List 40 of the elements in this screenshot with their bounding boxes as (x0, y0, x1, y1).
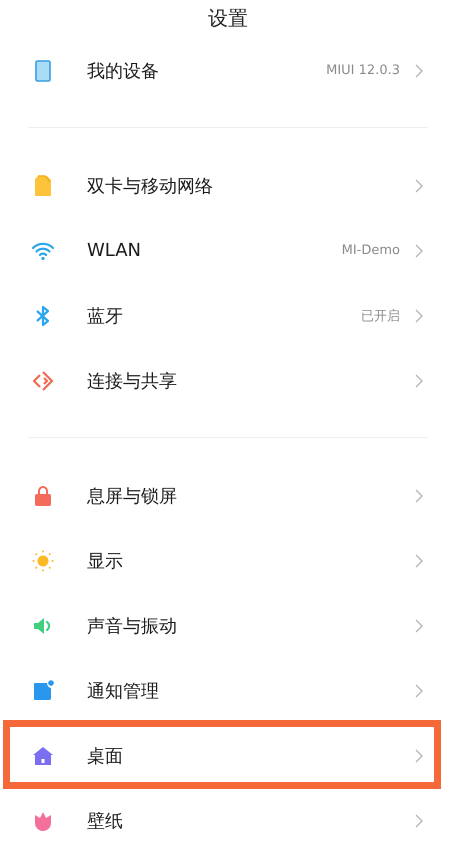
sun-icon (31, 548, 55, 572)
settings-item[interactable]: 通知管理 (0, 658, 456, 723)
item-label: 声音与振动 (87, 614, 178, 638)
chevron-icon (414, 488, 424, 504)
item-label: 显示 (87, 550, 124, 572)
item-label: 息屏与锁屏 (87, 484, 178, 508)
item-label: 双卡与移动网络 (87, 174, 214, 198)
diamond-arrows-icon (31, 368, 55, 392)
chevron-icon (414, 178, 424, 194)
chevron-icon (414, 618, 424, 634)
item-label: 我的设备 (87, 60, 160, 82)
chevron-icon (414, 242, 424, 258)
settings-item[interactable]: 桌面 (0, 723, 456, 788)
settings-item[interactable]: 双卡与移动网络 (0, 153, 456, 218)
settings-item[interactable]: WLAN MI-Demo (0, 218, 456, 283)
chevron-icon (414, 682, 424, 698)
chevron-icon (414, 308, 424, 324)
item-label: 桌面 (87, 744, 124, 768)
item-label: 壁纸 (87, 810, 124, 832)
settings-item[interactable]: 蓝牙 已开启 (0, 283, 456, 348)
item-value: MIUI 12.0.3 (326, 63, 400, 78)
settings-item[interactable]: 我的设备 MIUI 12.0.3 (0, 38, 456, 103)
notification-icon (31, 678, 55, 702)
chevron-icon (414, 812, 424, 828)
chevron-icon (414, 748, 424, 764)
chevron-icon (414, 62, 424, 78)
item-label: 蓝牙 (87, 304, 124, 328)
settings-item[interactable]: 息屏与锁屏 (0, 463, 456, 528)
settings-item[interactable]: 连接与共享 (0, 348, 456, 413)
chevron-icon (414, 552, 424, 568)
item-label: 通知管理 (87, 680, 160, 702)
settings-item[interactable]: 壁纸 (0, 788, 456, 853)
item-label: 连接与共享 (87, 370, 178, 392)
page-title: 设置 (207, 5, 249, 32)
item-label: WLAN (87, 240, 142, 261)
settings-item[interactable]: 声音与振动 (0, 593, 456, 658)
item-value: 已开启 (361, 308, 400, 324)
settings-item[interactable]: 显示 (0, 528, 456, 593)
item-value: MI-Demo (342, 243, 400, 258)
chevron-icon (414, 372, 424, 388)
